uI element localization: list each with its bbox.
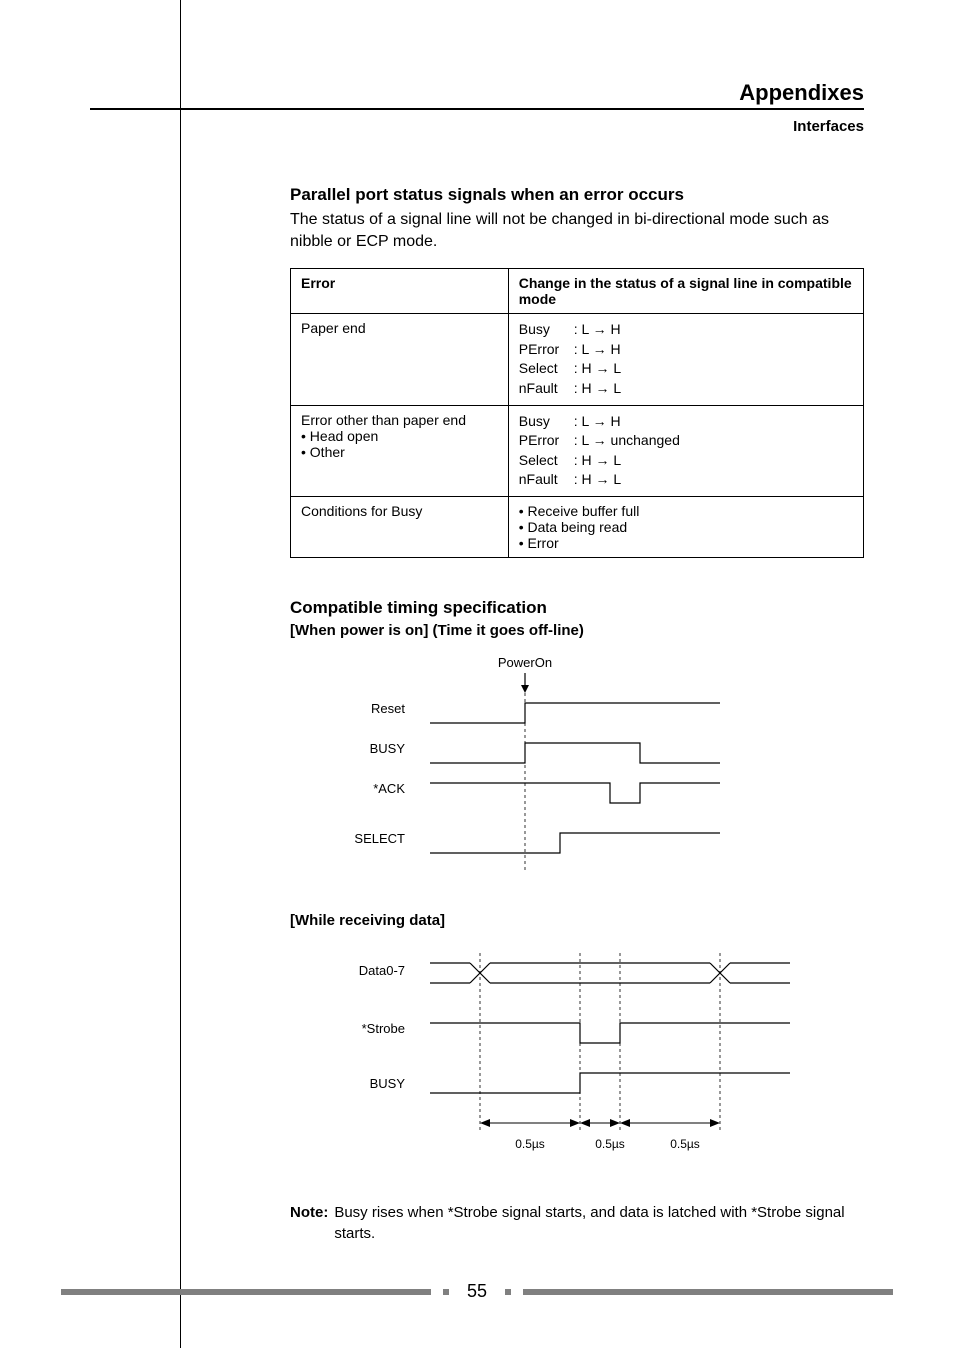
sig-change: : L → H bbox=[574, 341, 621, 357]
sig-name: PError bbox=[519, 431, 574, 451]
section-sub-2: [While receiving data] bbox=[290, 912, 864, 929]
sig-name: PError bbox=[519, 340, 574, 360]
strobe-label: *Strobe bbox=[362, 1021, 405, 1036]
page-number: 55 bbox=[461, 1281, 493, 1302]
cond-line: • Data being read bbox=[519, 519, 853, 535]
cond-line: • Receive buffer full bbox=[519, 503, 853, 519]
table-row: Error other than paper end • Head open •… bbox=[291, 405, 864, 496]
poweron-label: PowerOn bbox=[498, 655, 552, 670]
ack-label: *ACK bbox=[373, 781, 405, 796]
time1-label: 0.5µs bbox=[515, 1137, 545, 1151]
time3-label: 0.5µs bbox=[670, 1137, 700, 1151]
data-label: Data0-7 bbox=[359, 963, 405, 978]
sig-change: : H → L bbox=[574, 471, 621, 487]
table-row: Conditions for Busy • Receive buffer ful… bbox=[291, 496, 864, 557]
section-title-1: Parallel port status signals when an err… bbox=[290, 185, 864, 205]
err-line: • Head open bbox=[301, 428, 498, 444]
table-row: Paper end Busy: L → H PError: L → H Sele… bbox=[291, 314, 864, 405]
note-label: Note: bbox=[290, 1202, 328, 1244]
running-head: Appendixes bbox=[90, 80, 864, 106]
left-margin-rule bbox=[180, 0, 181, 1348]
section-body-1: The status of a signal line will not be … bbox=[290, 209, 864, 252]
footer-bar-left bbox=[61, 1289, 431, 1295]
section-sub-1: [When power is on] (Time it goes off-lin… bbox=[290, 622, 864, 639]
sig-change: : H → L bbox=[574, 360, 621, 376]
sig-name: nFault bbox=[519, 470, 574, 490]
cell-error: Conditions for Busy bbox=[291, 496, 509, 557]
sig-change: : H → L bbox=[574, 380, 621, 396]
timing-diagram-poweron: PowerOn Reset BUSY *ACK SELECT bbox=[290, 653, 864, 888]
sig-change: : L → H bbox=[574, 413, 621, 429]
timing-diagram-data: Data0-7 *Strobe BUSY bbox=[290, 943, 864, 1178]
sig-change: : L → H bbox=[574, 321, 621, 337]
reset-label: Reset bbox=[371, 701, 405, 716]
cell-change: Busy: L → H PError: L → H Select: H → L … bbox=[508, 314, 863, 405]
sig-change: : L → unchanged bbox=[574, 432, 680, 448]
header-rule bbox=[90, 108, 864, 110]
busy2-label: BUSY bbox=[370, 1076, 406, 1091]
sig-name: Select bbox=[519, 451, 574, 471]
footer-tick-left bbox=[443, 1289, 449, 1295]
sig-name: nFault bbox=[519, 379, 574, 399]
table-header-error: Error bbox=[291, 269, 509, 314]
running-subhead: Interfaces bbox=[90, 118, 864, 135]
sig-change: : H → L bbox=[574, 452, 621, 468]
sig-name: Busy bbox=[519, 412, 574, 432]
time2-label: 0.5µs bbox=[595, 1137, 625, 1151]
cell-error: Paper end bbox=[291, 314, 509, 405]
page-footer: 55 bbox=[0, 1281, 954, 1302]
sig-name: Select bbox=[519, 359, 574, 379]
busy-label: BUSY bbox=[370, 741, 406, 756]
note-block: Note: Busy rises when *Strobe signal sta… bbox=[290, 1202, 864, 1244]
cond-line: • Error bbox=[519, 535, 853, 551]
sig-name: Busy bbox=[519, 320, 574, 340]
err-line: • Other bbox=[301, 444, 498, 460]
select-label: SELECT bbox=[354, 831, 405, 846]
table-header-change: Change in the status of a signal line in… bbox=[508, 269, 863, 314]
cell-error: Error other than paper end • Head open •… bbox=[291, 405, 509, 496]
cell-change: Busy: L → H PError: L → unchanged Select… bbox=[508, 405, 863, 496]
note-text: Busy rises when *Strobe signal starts, a… bbox=[334, 1202, 864, 1244]
err-line: Error other than paper end bbox=[301, 412, 498, 428]
status-table: Error Change in the status of a signal l… bbox=[290, 268, 864, 558]
table-header-row: Error Change in the status of a signal l… bbox=[291, 269, 864, 314]
cell-change: • Receive buffer full • Data being read … bbox=[508, 496, 863, 557]
footer-bar-right bbox=[523, 1289, 893, 1295]
footer-tick-right bbox=[505, 1289, 511, 1295]
section-title-2: Compatible timing specification bbox=[290, 598, 864, 618]
